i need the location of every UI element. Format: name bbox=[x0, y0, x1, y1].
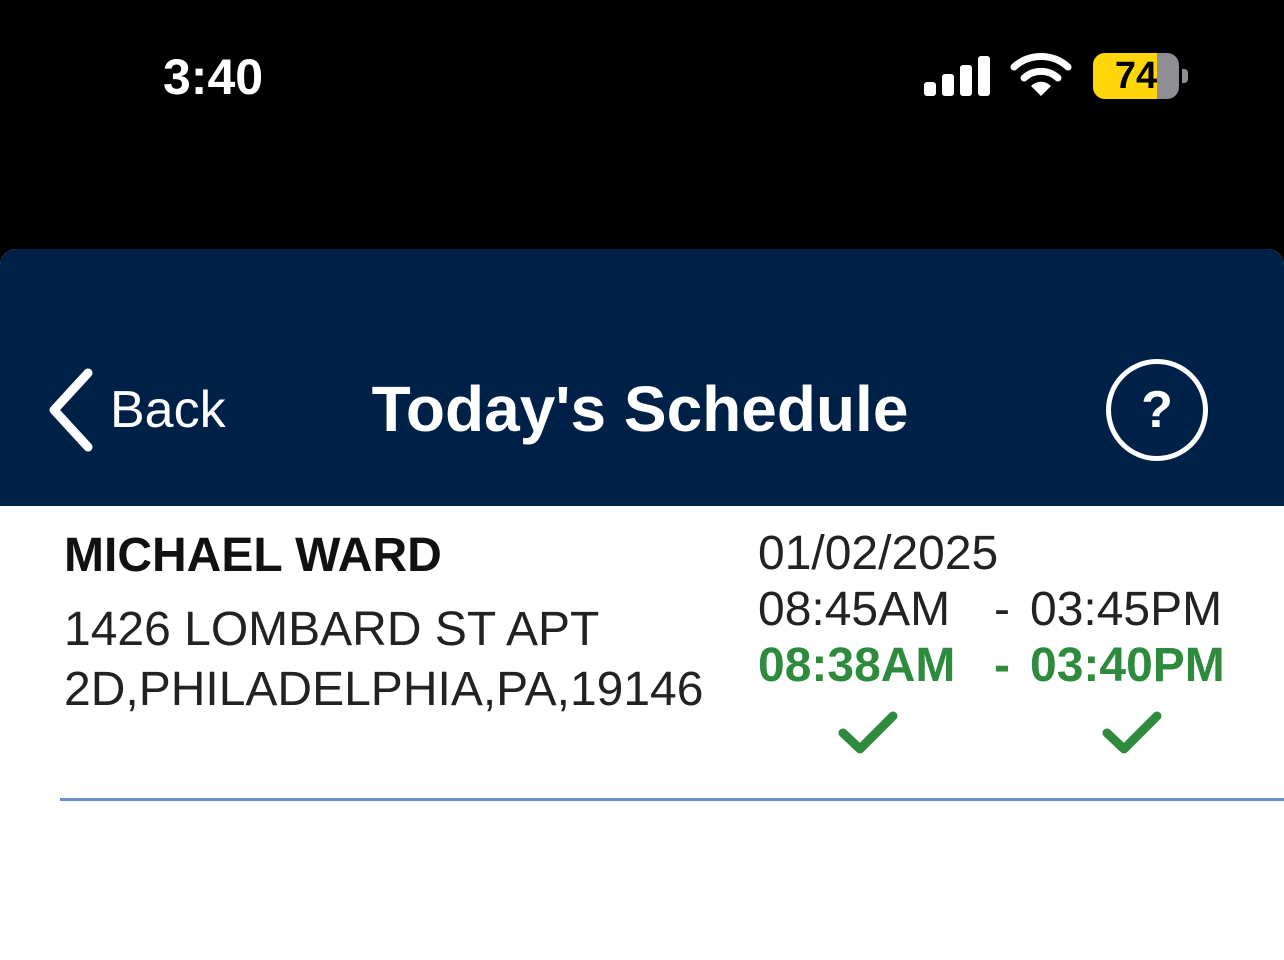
client-name: MICHAEL WARD bbox=[64, 529, 442, 582]
actual-start-time: 08:38AM bbox=[758, 639, 956, 692]
status-time: 3:40 bbox=[163, 49, 264, 105]
time-separator: - bbox=[994, 639, 1010, 692]
battery-percent: 74 bbox=[1114, 55, 1158, 97]
schedule-list-item[interactable]: MICHAEL WARD 1426 LOMBARD ST APT 2D,PHIL… bbox=[0, 506, 1284, 802]
help-icon: ? bbox=[1141, 381, 1173, 439]
time-separator: - bbox=[994, 583, 1010, 636]
actual-time-range: 08:38AM - 03:40PM bbox=[758, 638, 1258, 694]
visit-date: 01/02/2025 bbox=[758, 527, 999, 580]
actual-end-time: 03:40PM bbox=[1030, 639, 1225, 692]
check-out-complete-icon bbox=[1102, 711, 1162, 754]
app-sheet: Back Today's Schedule ? MICHAEL WARD 142… bbox=[0, 249, 1284, 960]
back-button[interactable]: Back bbox=[44, 365, 254, 455]
list-divider bbox=[60, 798, 1284, 801]
back-button-label: Back bbox=[110, 381, 226, 439]
help-button[interactable]: ? bbox=[1106, 359, 1208, 461]
cellular-signal-icon bbox=[924, 56, 990, 96]
client-address: 1426 LOMBARD ST APT 2D,PHILADELPHIA,PA,1… bbox=[64, 603, 704, 716]
check-in-complete-icon bbox=[838, 711, 898, 754]
scheduled-start-time: 08:45AM bbox=[758, 583, 951, 636]
battery-body: 74 bbox=[1093, 53, 1179, 99]
page-title: Today's Schedule bbox=[371, 373, 909, 445]
status-bar: 3:40 74 bbox=[0, 0, 1284, 160]
scheduled-end-time: 03:45PM bbox=[1030, 583, 1223, 636]
chevron-left-icon bbox=[49, 368, 93, 452]
battery-nub bbox=[1182, 69, 1188, 83]
wifi-icon bbox=[1010, 53, 1072, 96]
battery-indicator: 74 bbox=[1093, 53, 1189, 99]
navigation-bar: Back Today's Schedule ? bbox=[0, 249, 1284, 506]
phone-screen: 3:40 74 Back Today's Schedule ? MICHAEL … bbox=[0, 0, 1284, 960]
scheduled-time-range: 08:45AM - 03:45PM bbox=[758, 582, 1258, 638]
